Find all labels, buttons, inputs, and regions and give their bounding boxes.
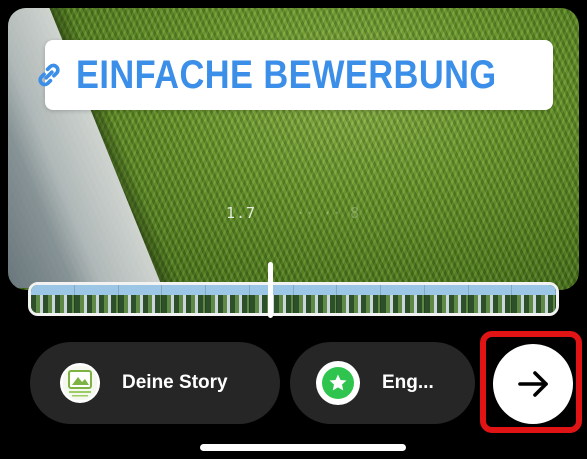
close-friends-badge — [316, 361, 360, 405]
share-close-friends-label: Eng... — [382, 372, 434, 393]
home-indicator[interactable] — [200, 444, 406, 451]
timeline-time-ghost: ·· ·· 8 — [296, 204, 360, 222]
story-avatar — [60, 363, 100, 403]
timeline-playhead[interactable] — [268, 262, 273, 318]
share-your-story-label: Deine Story — [122, 372, 228, 393]
link-icon — [32, 58, 66, 92]
filmstrip-frame — [162, 285, 206, 313]
timeline-time-label: 1.7 — [226, 204, 257, 222]
filmstrip-frame — [74, 285, 119, 313]
filmstrip-frame — [206, 285, 250, 313]
star-icon — [322, 367, 354, 399]
filmstrip-frame — [512, 285, 556, 313]
video-filmstrip[interactable] — [28, 282, 559, 316]
filmstrip-frame — [31, 285, 75, 313]
highlight-annotation-box — [480, 331, 582, 433]
filmstrip-frame — [293, 285, 338, 313]
filmstrip-frame — [424, 285, 469, 313]
sticker-label: EINFACHE BEWERBUNG — [76, 52, 498, 97]
link-sticker[interactable]: EINFACHE BEWERBUNG — [38, 40, 553, 110]
filmstrip-frame — [118, 285, 163, 313]
share-close-friends-button[interactable]: Eng... — [290, 342, 475, 424]
filmstrip-frame — [381, 285, 425, 313]
share-your-story-button[interactable]: Deine Story — [30, 342, 280, 424]
filmstrip-frame — [468, 285, 513, 313]
filmstrip-frame — [337, 285, 381, 313]
